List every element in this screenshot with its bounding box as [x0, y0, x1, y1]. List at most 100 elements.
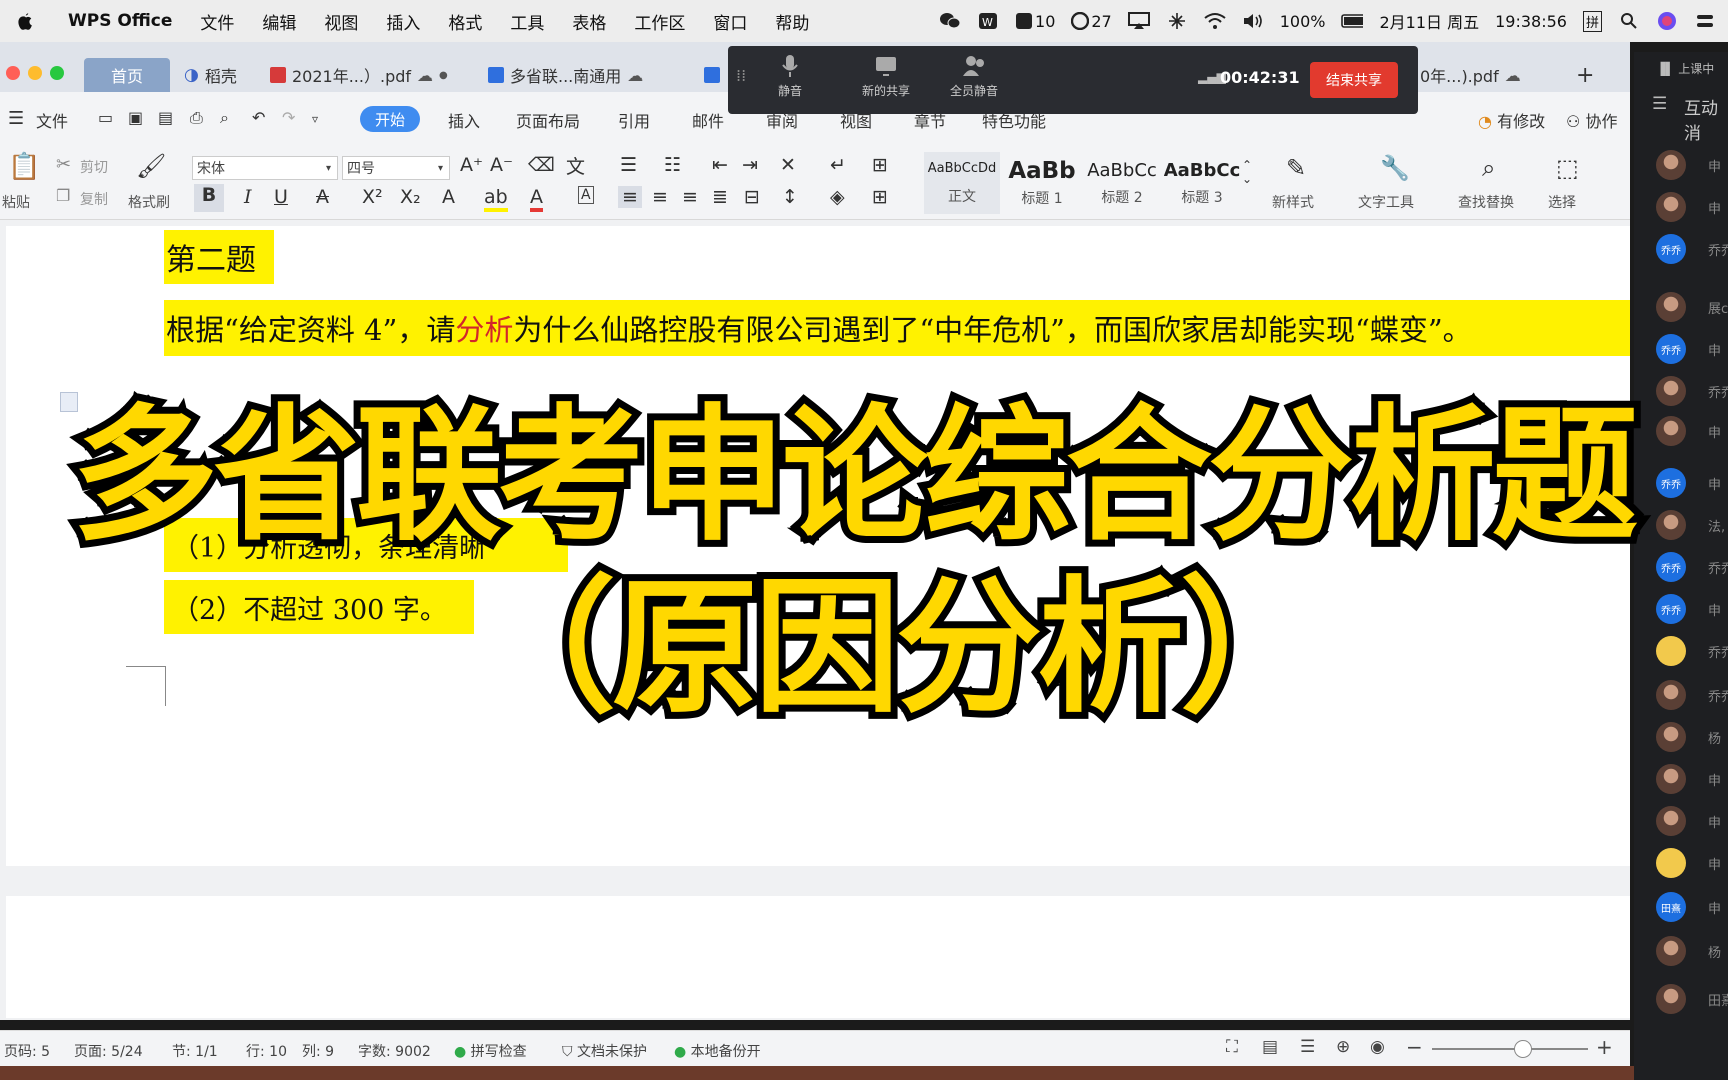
menu-workspace[interactable]: 工作区	[634, 9, 685, 34]
avatar[interactable]: 田熹	[1656, 892, 1686, 922]
avatar[interactable]: 乔乔	[1656, 334, 1686, 364]
drag-handle-icon[interactable]: ⁞⁞	[736, 66, 746, 85]
window-zoom-button[interactable]	[50, 66, 64, 80]
copy-icon[interactable]: ❐	[56, 186, 70, 205]
siri-icon[interactable]	[1656, 11, 1678, 31]
new-style-button[interactable]: 新样式	[1272, 192, 1314, 212]
avatar[interactable]	[1656, 764, 1686, 794]
collaborate-button[interactable]: ⚇ 协作	[1566, 108, 1617, 132]
format-painter-icon[interactable]: 🖌	[136, 152, 166, 180]
tab-mail[interactable]: 邮件	[692, 108, 724, 132]
align-center-button[interactable]: ≡	[652, 186, 668, 208]
font-color-button[interactable]: A	[530, 186, 543, 212]
end-share-button[interactable]: 结束共享	[1310, 62, 1398, 98]
new-style-icon[interactable]: ✎	[1286, 154, 1306, 182]
cut-button[interactable]: 剪切	[80, 157, 108, 177]
menu-table[interactable]: 表格	[572, 9, 606, 34]
open-folder-icon[interactable]: ▭	[98, 108, 113, 127]
decrease-indent-icon[interactable]: ⇤	[712, 154, 728, 176]
paste-button[interactable]: 粘贴	[2, 192, 30, 212]
spell-check-toggle[interactable]: ● 拼写检查	[454, 1041, 527, 1061]
avatar[interactable]	[1656, 292, 1686, 322]
mute-all-button[interactable]: 全员静音	[950, 54, 998, 99]
borders-button[interactable]: ⊞	[872, 186, 888, 208]
avatar[interactable]	[1656, 936, 1686, 966]
menu-file[interactable]: 文件	[200, 9, 234, 34]
font-family-select[interactable]: 宋体 ▾	[192, 156, 338, 180]
export-pdf-icon[interactable]: ▤	[158, 108, 173, 127]
select-icon[interactable]: ⬚	[1556, 154, 1579, 182]
window-close-button[interactable]	[6, 66, 20, 80]
status-word-count[interactable]: 字数: 9002	[358, 1041, 431, 1061]
quick-access-more-icon[interactable]: ▿	[312, 112, 318, 126]
align-left-button[interactable]: ≡	[618, 186, 642, 208]
undo-icon[interactable]: ↶	[252, 108, 265, 127]
notification-badge-2[interactable]: 27	[1071, 12, 1112, 31]
italic-button[interactable]: I	[244, 186, 252, 208]
window-minimize-button[interactable]	[28, 66, 42, 80]
table-layout-icon[interactable]: ⊞	[872, 154, 888, 176]
bullet-list-icon[interactable]: ☰	[620, 154, 637, 176]
local-backup-status[interactable]: ● 本地备份开	[674, 1041, 761, 1061]
panel-menu-icon[interactable]: ☰	[1652, 94, 1667, 114]
numbered-list-icon[interactable]: ☷	[664, 154, 681, 176]
outline-view-icon[interactable]: ☰	[1300, 1037, 1315, 1057]
increase-font-icon[interactable]: A⁺	[460, 154, 483, 176]
menubar-date[interactable]: 2月11日 周五	[1379, 9, 1479, 33]
avatar[interactable]	[1656, 510, 1686, 540]
menu-view[interactable]: 视图	[324, 9, 358, 34]
avatar[interactable]	[1656, 848, 1686, 878]
find-replace-button[interactable]: 查找替换	[1458, 192, 1514, 212]
tab-doc-active[interactable]	[694, 58, 730, 92]
avatar[interactable]	[1656, 376, 1686, 406]
tab-insert[interactable]: 插入	[448, 108, 480, 132]
subscript-button[interactable]: X₂	[400, 186, 421, 208]
battery-icon[interactable]	[1341, 11, 1364, 31]
status-row[interactable]: 行: 10	[246, 1041, 287, 1061]
format-painter-button[interactable]: 格式刷	[128, 192, 170, 212]
decrease-font-icon[interactable]: A⁻	[490, 154, 513, 176]
web-view-icon[interactable]: ⊕	[1336, 1037, 1350, 1057]
eye-protect-icon[interactable]: ◉	[1370, 1037, 1385, 1057]
underline-button[interactable]: U	[274, 186, 288, 208]
menu-app-name[interactable]: WPS Office	[68, 11, 172, 31]
text-tools-icon[interactable]: 🔧	[1380, 154, 1410, 182]
zoom-in-button[interactable]: +	[1596, 1035, 1613, 1059]
notification-badge-1[interactable]: 10	[1015, 12, 1055, 31]
status-section[interactable]: 节: 1/1	[172, 1041, 218, 1061]
style-normal[interactable]: AaBbCcDd 正文	[924, 152, 1000, 214]
tab-home[interactable]: 首页	[84, 58, 170, 92]
avatar[interactable]	[1656, 636, 1686, 666]
fullscreen-icon[interactable]: ⛶	[1226, 1037, 1238, 1057]
redo-icon[interactable]: ↷	[282, 108, 295, 127]
tab-pdf-2021[interactable]: 2021年...）.pdf ☁ ●	[260, 58, 458, 92]
strikethrough-button[interactable]: A	[316, 186, 329, 208]
avatar[interactable]	[1656, 192, 1686, 222]
distributed-align-button[interactable]: ⊟	[744, 186, 760, 208]
avatar[interactable]: 乔乔	[1656, 468, 1686, 498]
tab-doc-duosheng[interactable]: 多省联...南通用 ☁	[478, 58, 653, 92]
style-heading-3[interactable]: AaBbCc 标题 3	[1164, 152, 1240, 214]
avatar[interactable]	[1656, 416, 1686, 446]
status-column[interactable]: 列: 9	[302, 1041, 334, 1061]
style-heading-1[interactable]: AaBb 标题 1	[1004, 152, 1080, 214]
bold-button[interactable]: B	[194, 184, 224, 212]
ribbon-file-menu[interactable]: 文件	[36, 108, 68, 132]
print-icon[interactable]: ⎙	[190, 108, 203, 128]
zoom-slider[interactable]	[1432, 1048, 1588, 1050]
wechat-icon[interactable]	[939, 11, 961, 31]
save-icon[interactable]: ▣	[128, 108, 143, 127]
control-center-icon[interactable]	[1694, 11, 1716, 31]
volume-icon[interactable]	[1242, 11, 1264, 31]
select-button[interactable]: 选择	[1548, 192, 1576, 212]
zoom-out-button[interactable]: −	[1406, 1035, 1423, 1059]
page-view-icon[interactable]: ▤	[1262, 1037, 1278, 1057]
avatar[interactable]: 乔乔	[1656, 234, 1686, 264]
avatar[interactable]	[1656, 806, 1686, 836]
wifi-icon[interactable]	[1204, 11, 1226, 31]
copy-button[interactable]: 复制	[80, 189, 108, 209]
new-share-button[interactable]: 新的共享	[862, 54, 910, 99]
avatar[interactable]	[1656, 680, 1686, 710]
tab-reference[interactable]: 引用	[618, 108, 650, 132]
superscript-button[interactable]: X²	[362, 186, 383, 208]
